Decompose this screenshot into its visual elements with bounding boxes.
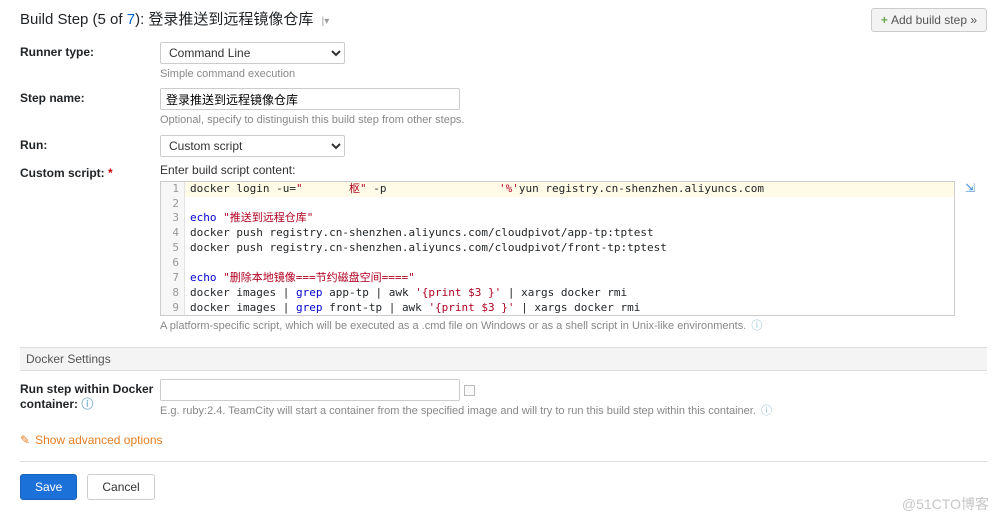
runner-type-select[interactable]: Command Line [160, 42, 345, 64]
docker-container-hint: E.g. ruby:2.4. TeamCity will start a con… [160, 404, 987, 419]
pencil-icon: ✎ [20, 433, 30, 447]
plus-icon: + [881, 13, 888, 27]
runner-type-label: Runner type: [20, 42, 160, 59]
save-button[interactable]: Save [20, 474, 77, 500]
step-name-label: Step name: [20, 88, 160, 105]
docker-container-input[interactable] [160, 379, 460, 401]
docker-settings-icon[interactable] [464, 385, 475, 396]
divider [20, 461, 987, 462]
docker-container-label: Run step within Docker container: ⓘ [20, 379, 160, 413]
script-content-hint: Enter build script content: [160, 163, 987, 177]
run-select[interactable]: Custom script [160, 135, 345, 157]
show-advanced-options-link[interactable]: ✎ Show advanced options [20, 433, 987, 447]
script-platform-hint: A platform-specific script, which will b… [160, 319, 987, 334]
runner-type-hint: Simple command execution [160, 67, 987, 82]
step-name-hint: Optional, specify to distinguish this bu… [160, 113, 987, 128]
docker-settings-header: Docker Settings [20, 347, 987, 371]
run-label: Run: [20, 135, 160, 152]
help-icon[interactable]: ⓘ [761, 405, 772, 417]
step-name-input[interactable] [160, 88, 460, 110]
help-icon[interactable]: ⓘ [81, 397, 93, 411]
add-build-step-button[interactable]: +Add build step » [871, 8, 987, 32]
custom-script-label: Custom script: * [20, 163, 160, 180]
page-title: Build Step (5 of 7): 登录推送到远程镜像仓库 |▾ [20, 8, 329, 29]
expand-editor-icon[interactable]: ⇲ [965, 181, 975, 195]
script-editor[interactable]: 1docker login -u=" 枢" -p '%'yun registry… [160, 181, 955, 317]
help-icon[interactable]: ⓘ [751, 320, 762, 332]
cancel-button[interactable]: Cancel [87, 474, 154, 500]
watermark: @51CTO博客 [902, 494, 989, 514]
step-dropdown-icon[interactable]: |▾ [322, 16, 330, 27]
